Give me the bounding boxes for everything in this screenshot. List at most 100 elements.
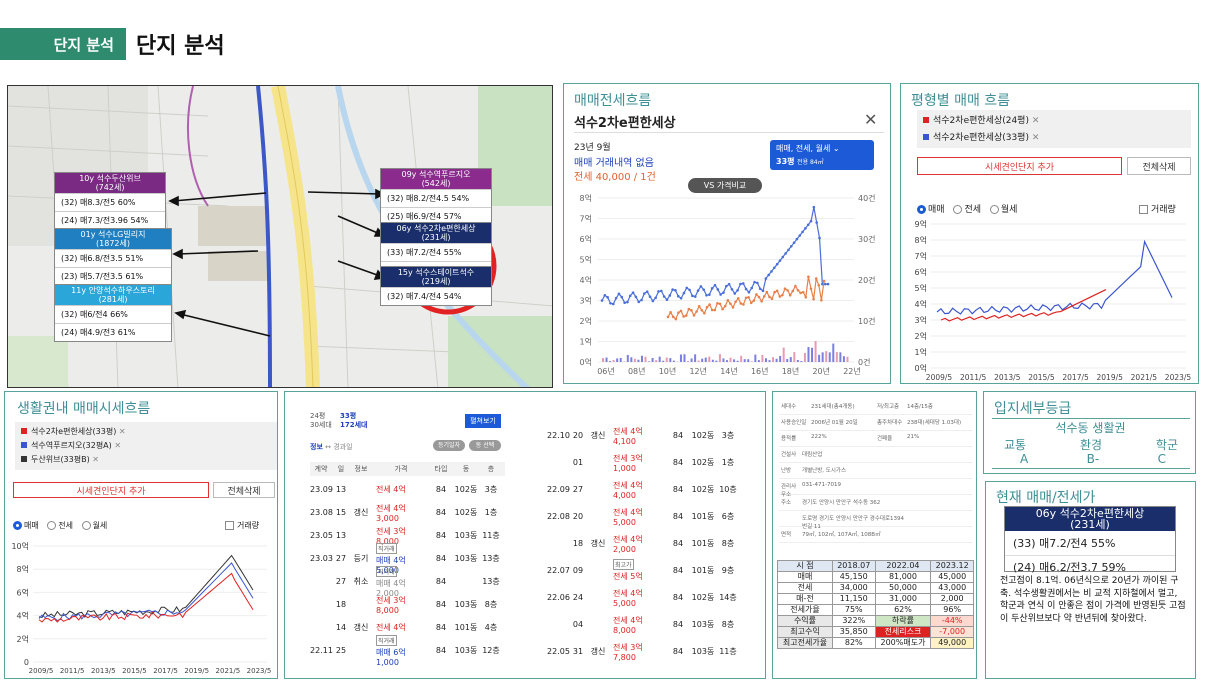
- trade-row[interactable]: 23.08 15 갱신 전세 4억 3,000 84 102동 1층: [310, 501, 505, 524]
- price-flow-panel: 매매전세흐름 석수2차e편한세상 ✕ 23년 9월 매매 거래내역 없음 전세 …: [563, 83, 891, 384]
- complex-map[interactable]: 10y 석수두산위브 (742세) (32) 매8.3/전5 60% (24) 매7…: [7, 85, 553, 388]
- info-cell: [927, 464, 972, 478]
- legend-item[interactable]: 석수역푸르지오(32평A) ✕: [21, 439, 271, 453]
- trade-row[interactable]: 27 취소 직거래 매매 4억 2,000 84 13층: [310, 565, 505, 598]
- trade-row[interactable]: 18 전세 3억 8,000 84 103동 8층: [310, 593, 505, 616]
- trade-row[interactable]: 22.07 09 최고가 전세 5억 84 101동 9층: [547, 557, 742, 584]
- info-cell: [927, 496, 972, 510]
- sale-point: [781, 255, 785, 259]
- tab-info[interactable]: 정보: [310, 443, 323, 451]
- life-area-panel: 생활권내 매매시세흐름 석수2차e편한세상(33평) ✕ 석수역푸르지오(32평…: [4, 391, 278, 679]
- info-cell: [906, 480, 927, 494]
- trade-row[interactable]: 04 전세 4억 8,000 84 103동 8층: [547, 611, 742, 638]
- radio-jeonse[interactable]: 전세: [47, 521, 73, 530]
- radio-wolse[interactable]: 월세: [81, 521, 107, 530]
- y-tick-label: 0: [24, 658, 29, 667]
- area-option-selected[interactable]: 33평 172세대: [340, 412, 368, 430]
- legend-item[interactable]: 석수2차e편한세상(33평) ✕: [21, 425, 271, 439]
- x-tick-label: 2009/5: [926, 373, 953, 382]
- complex-label-box[interactable]: 15y 석수스테이트석수 (219세) (32) 매7.4/전4 54%: [380, 266, 492, 306]
- trade-row[interactable]: 18 갱신 전세 4억 2,000 84 101동 8층: [547, 530, 742, 557]
- summary-cell: 45,150: [831, 571, 876, 583]
- trade-table-header: 계약 일 정보 가격 타입 동 층: [310, 462, 505, 476]
- dong-select-pill[interactable]: 동 선택: [469, 440, 501, 451]
- volume-bar: [768, 360, 771, 362]
- jeonse-point: [687, 307, 691, 311]
- tab-elapsed[interactable]: 경과일: [333, 443, 352, 451]
- info-cell: 총주차대수: [877, 420, 903, 426]
- series-epyunhan-line: [38, 572, 254, 623]
- jeonse-point: [788, 293, 792, 297]
- add-complex-button[interactable]: 시세견인단지 추가: [917, 157, 1122, 175]
- clear-all-button[interactable]: 전체삭제: [213, 482, 275, 498]
- jeonse-point: [775, 289, 779, 293]
- trade-row[interactable]: 22.08 20 전세 4억 5,000 84 101동 6층: [547, 503, 742, 530]
- trade-row[interactable]: 22.10 20 갱신 전세 4억 4,100 84 102동 3층: [547, 422, 742, 449]
- clear-all-button[interactable]: 전체삭제: [1127, 157, 1191, 175]
- trade-tag: 최고가: [613, 559, 634, 570]
- complex-label-box[interactable]: 01y 석수LG빌리지 (1872세) (32) 매6.8/전3.5 51% (23…: [54, 228, 172, 286]
- trade-cell: 22.05: [547, 647, 570, 656]
- legend-item[interactable]: 석수2차e편한세상(33평) ✕: [923, 130, 1185, 143]
- volume-bar: [662, 360, 665, 362]
- summary-cell: 82%: [831, 637, 876, 649]
- volume-bar: [722, 358, 725, 362]
- trade-cell: 전세 3억 7,800: [613, 642, 643, 662]
- sale-point: [623, 301, 626, 304]
- trade-row[interactable]: 22.09 27 전세 4억 4,000 84 102동 10층: [547, 476, 742, 503]
- trade-row[interactable]: 22.06 24 전세 4억 5,000 84 102동 14층: [547, 584, 742, 611]
- summary-row: 전세가율 75% 62% 96%: [777, 604, 974, 616]
- volume-bar: [708, 356, 711, 362]
- legend-item[interactable]: 석수2차e편한세상(24평) ✕: [923, 113, 1185, 126]
- jeonse-point: [739, 302, 743, 305]
- sale-point: [688, 288, 691, 292]
- summary-cell: 35,850: [831, 626, 876, 638]
- radio-sale[interactable]: 매매: [13, 521, 39, 530]
- trade-col-header: 동: [462, 465, 470, 473]
- close-icon[interactable]: ✕: [864, 110, 877, 129]
- volume-bar: [694, 354, 697, 362]
- volume-bar: [630, 357, 633, 362]
- complex-label-box[interactable]: 09y 석수역푸르지오 (542세) (32) 매8.2/전4.5 54% (25)…: [380, 168, 492, 226]
- reg-date-pill[interactable]: 등기일자: [433, 440, 465, 451]
- trade-cell: 3층: [721, 431, 735, 440]
- jeonse-point: [817, 283, 821, 287]
- volume-bar: [811, 347, 814, 362]
- area-option[interactable]: 24평 30세대: [310, 412, 332, 430]
- expand-button[interactable]: 펼쳐보기: [465, 414, 501, 428]
- sale-point: [660, 289, 663, 293]
- jeonse-point: [773, 290, 776, 294]
- radio-sale[interactable]: 매매: [917, 205, 945, 215]
- legend-item[interactable]: 두산위브(33평B) ✕: [21, 453, 271, 467]
- sale-point: [640, 298, 643, 302]
- radio-jeonse[interactable]: 전세: [953, 205, 981, 215]
- jeonse-point: [744, 296, 748, 300]
- trade-row[interactable]: 22.05 31 갱신 전세 3억 7,800 84 103동 11층: [547, 638, 742, 665]
- sale-point: [603, 294, 607, 297]
- sale-point: [645, 290, 649, 293]
- radio-wolse[interactable]: 월세: [989, 205, 1017, 215]
- info-row: 면적 79㎡, 102㎡, 107A㎡, 108B㎡: [779, 528, 972, 543]
- trade-row[interactable]: 22.11 25 직거래 매매 6억 1,000 84 103동 12층: [310, 634, 505, 667]
- add-complex-button[interactable]: 시세견인단지 추가: [13, 482, 209, 498]
- trade-cell: 6층: [721, 512, 735, 521]
- trade-cell: 전세 4억: [376, 485, 406, 494]
- volume-bar: [623, 361, 626, 362]
- complex-label-box[interactable]: 10y 석수두산위브 (742세) (32) 매8.3/전5 60% (24) 매7…: [54, 172, 166, 230]
- filter-button[interactable]: 매매, 전세, 월세 ⌄ 33평 전용 84㎡: [770, 140, 874, 170]
- trade-row[interactable]: 23.09 13 전세 4억 84 102동 3층: [310, 478, 505, 501]
- info-cell: 저/최고층: [877, 404, 900, 410]
- trade-tag: 직거래: [376, 565, 397, 577]
- trade-cell: 103동: [454, 600, 478, 609]
- trade-row[interactable]: 01 전세 3억 1,000 84 102동 1층: [547, 449, 742, 476]
- trade-cell: 102동: [454, 508, 478, 517]
- volume-bar: [687, 361, 690, 362]
- complex-label-row: (33) 매7.2/전4 55%: [381, 243, 491, 261]
- jeonse-point: [781, 293, 784, 297]
- volume-bar: [747, 359, 750, 362]
- volume-bar: [683, 354, 686, 362]
- volume-checkbox[interactable]: 거래량: [1139, 202, 1176, 215]
- info-cell: 건설사: [781, 452, 797, 458]
- complex-label-box[interactable]: 11y 안양석수하우스토리 (281세) (32) 매6/전4 66% (24) 매…: [54, 284, 172, 342]
- jeonse-point: [791, 289, 795, 293]
